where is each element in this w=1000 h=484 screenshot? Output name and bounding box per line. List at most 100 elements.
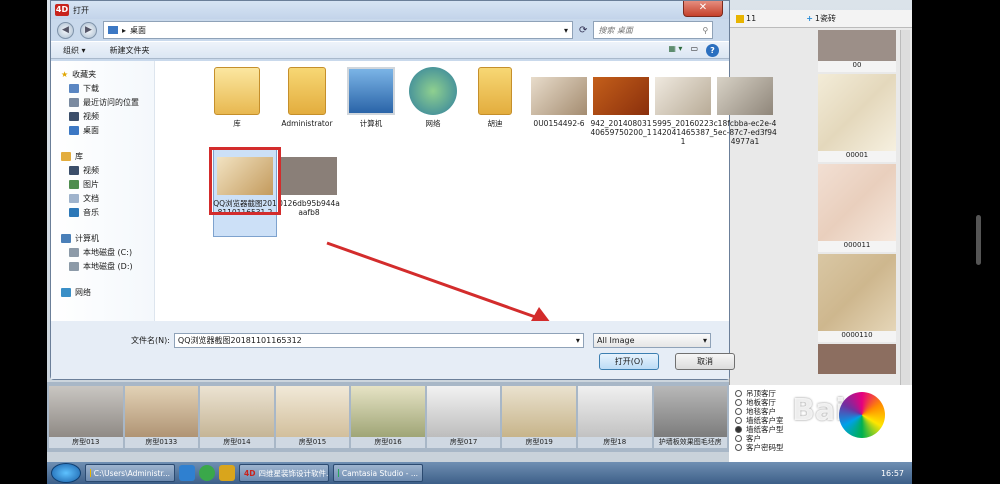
address-dropdown-icon[interactable]: ▾ bbox=[564, 26, 568, 35]
app-logo-icon: 4D bbox=[55, 4, 69, 16]
taskbar-4d-app[interactable]: 4D 四维星装饰设计软件... bbox=[239, 464, 329, 482]
nav-desktop[interactable]: 桌面 bbox=[51, 123, 154, 137]
search-input[interactable]: 搜索 桌面 ⚲ bbox=[593, 21, 714, 39]
close-button[interactable]: ✕ bbox=[683, 1, 723, 17]
view-options-icon[interactable]: ▦ ▾ bbox=[668, 44, 682, 57]
room-item[interactable]: 房型0133 bbox=[124, 386, 199, 448]
preview-pane-icon[interactable]: ▭ bbox=[690, 44, 698, 57]
cancel-button[interactable]: 取消 bbox=[675, 353, 735, 370]
breadcrumb-sep-icon: ▸ bbox=[122, 25, 127, 35]
clock: 16:57 bbox=[880, 468, 904, 478]
left-letterbox bbox=[0, 0, 47, 484]
chevron-down-icon[interactable]: ▾ bbox=[576, 336, 580, 345]
forward-button[interactable]: ▶ bbox=[80, 21, 97, 39]
file-item[interactable]: 942_20140803140659750200_1 bbox=[589, 67, 653, 137]
swatch-item[interactable]: 00 bbox=[818, 30, 896, 72]
computer-icon bbox=[347, 67, 395, 115]
radio-icon bbox=[735, 408, 742, 415]
nav-label: 本地磁盘 (C:) bbox=[83, 247, 133, 257]
texture-scrollbar[interactable] bbox=[900, 30, 910, 385]
room-item[interactable]: 房型019 bbox=[502, 386, 576, 448]
nav-drive-d[interactable]: 本地磁盘 (D:) bbox=[51, 259, 154, 273]
room-item[interactable]: 房型015 bbox=[275, 386, 350, 448]
room-label: 房型0133 bbox=[124, 437, 199, 448]
right-letterbox bbox=[912, 0, 1000, 484]
wechat-icon[interactable] bbox=[199, 465, 215, 481]
file-item[interactable]: 胡迪 bbox=[463, 67, 527, 128]
red-highlight-box bbox=[209, 147, 281, 215]
file-item[interactable]: Administrator bbox=[275, 67, 339, 128]
file-item[interactable]: 计算机 bbox=[339, 67, 403, 128]
radio-icon bbox=[735, 390, 742, 397]
file-item[interactable]: 0U0154492-6 bbox=[527, 67, 591, 128]
file-item[interactable]: 5995_20160223142041465387_1 bbox=[651, 67, 715, 146]
nav-videos[interactable]: 视频 bbox=[51, 109, 154, 123]
file-item[interactable]: 网络 bbox=[401, 67, 465, 128]
image-thumbnail bbox=[531, 77, 587, 115]
swatch-item[interactable]: 000011 bbox=[818, 164, 896, 252]
taskbar-camtasia[interactable]: Camtasia Studio - ... bbox=[333, 464, 423, 482]
room-label: 房型014 bbox=[200, 437, 274, 448]
start-button[interactable] bbox=[51, 463, 81, 483]
open-button[interactable]: 打开(O) bbox=[599, 353, 659, 370]
address-bar[interactable]: ▸ 桌面 ▾ bbox=[103, 21, 573, 39]
tab-11-label: 11 bbox=[746, 14, 757, 23]
nav-computer[interactable]: 计算机 bbox=[51, 231, 154, 245]
nav-lib-documents[interactable]: 文档 bbox=[51, 191, 154, 205]
help-icon[interactable]: ? bbox=[706, 44, 719, 57]
filename-input[interactable]: QQ浏览器截图20181101165312 ▾ bbox=[173, 333, 584, 348]
nav-label: 本地磁盘 (D:) bbox=[83, 261, 133, 271]
task-label: C:\Users\Administr... bbox=[93, 468, 170, 478]
file-label: Administrator bbox=[281, 119, 333, 128]
room-item[interactable]: 房型18 bbox=[577, 386, 652, 448]
nav-downloads[interactable]: 下载 bbox=[51, 81, 154, 95]
library-folder-icon bbox=[214, 67, 260, 115]
file-item[interactable]: c18fcbba-ec2e-45ec-87c7-ed3f944977a1 bbox=[713, 67, 777, 146]
tab-tiles[interactable]: +1瓷砖 bbox=[806, 13, 836, 24]
room-item[interactable]: 房型016 bbox=[351, 386, 425, 448]
swatch-label: 00 bbox=[818, 61, 896, 72]
refresh-icon[interactable]: ⟳ bbox=[579, 25, 587, 36]
room-item[interactable]: 护墙板效果图毛坯房 bbox=[653, 386, 728, 448]
nav-favorites[interactable]: ★ 收藏夹 bbox=[51, 67, 154, 81]
nav-library[interactable]: 库 bbox=[51, 149, 154, 163]
room-item[interactable]: 房型013 bbox=[49, 386, 123, 448]
swatch-item[interactable]: 0000110 bbox=[818, 254, 896, 342]
organize-button[interactable]: 组织 ▾ bbox=[63, 45, 86, 56]
back-button[interactable]: ◀ bbox=[57, 21, 74, 39]
swatch-item[interactable] bbox=[818, 344, 896, 374]
computer-group: 计算机 本地磁盘 (C:) 本地磁盘 (D:) bbox=[51, 231, 154, 273]
file-item[interactable]: 库 bbox=[205, 67, 269, 128]
new-folder-button[interactable]: 新建文件夹 bbox=[110, 45, 150, 56]
room-item[interactable]: 房型014 bbox=[200, 386, 274, 448]
nav-network-label: 网络 bbox=[75, 287, 91, 297]
search-placeholder: 搜索 桌面 bbox=[598, 25, 633, 35]
swatch-item[interactable]: 00001 bbox=[818, 74, 896, 162]
file-list: 库 Administrator 计算机 网络 胡迪 0U0154492-6 94… bbox=[155, 61, 777, 321]
library-icon bbox=[61, 151, 71, 161]
filetype-value: All Image bbox=[597, 336, 635, 345]
room-label: 房型016 bbox=[351, 437, 425, 448]
file-item[interactable]: 0126db95b944aaafb8 bbox=[277, 157, 341, 217]
tab-11[interactable]: 11 bbox=[736, 14, 756, 23]
nav-lib-videos[interactable]: 视频 bbox=[51, 163, 154, 177]
taskbar-explorer[interactable]: C:\Users\Administr... bbox=[85, 464, 175, 482]
radio-icon bbox=[735, 426, 742, 433]
swatch-label: 000011 bbox=[818, 241, 896, 252]
taskbar: C:\Users\Administr... 4D 四维星装饰设计软件... Cam… bbox=[47, 462, 912, 484]
nav-lib-music[interactable]: 音乐 bbox=[51, 205, 154, 219]
room-item[interactable]: 房型017 bbox=[426, 386, 501, 448]
app-icon[interactable] bbox=[219, 465, 235, 481]
folder-icon bbox=[90, 469, 91, 477]
filetype-select[interactable]: All Image ▾ bbox=[593, 333, 711, 348]
task-label: Camtasia Studio - ... bbox=[341, 468, 418, 478]
nav-lib-pictures[interactable]: 图片 bbox=[51, 177, 154, 191]
nav-recent-places[interactable]: 最近访问的位置 bbox=[51, 95, 154, 109]
room-label: 房型18 bbox=[577, 437, 652, 448]
nav-network[interactable]: 网络 bbox=[51, 285, 154, 299]
browser-icon[interactable] bbox=[179, 465, 195, 481]
file-label: 5995_20160223142041465387_1 bbox=[652, 119, 714, 146]
video-icon bbox=[69, 111, 79, 121]
nav-library-label: 库 bbox=[75, 151, 83, 161]
nav-drive-c[interactable]: 本地磁盘 (C:) bbox=[51, 245, 154, 259]
